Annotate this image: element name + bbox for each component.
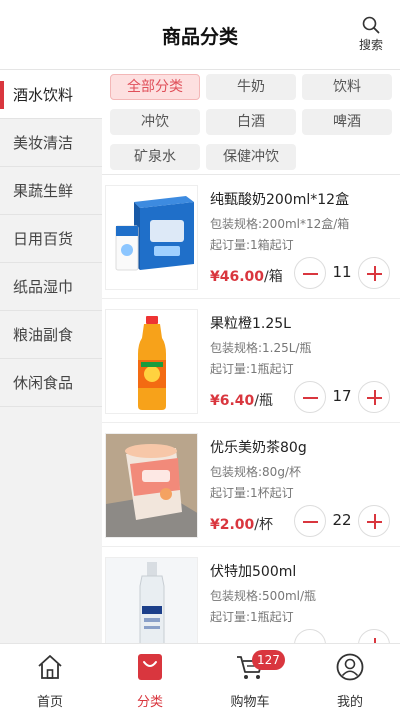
header-bar: 商品分类 搜索 [0, 0, 400, 70]
product-image-yogurt-box [105, 185, 198, 290]
product-name[interactable]: 伏特加500ml [210, 561, 296, 581]
category-sidebar: 酒水饮料 美妆清洁 果蔬生鲜 日用百货 纸品湿巾 粮油副食 休闲食品 [0, 71, 102, 643]
quantity-value[interactable]: 22 [328, 511, 356, 529]
tab-home[interactable]: 首页 [0, 644, 100, 711]
chip-beer[interactable]: 啤酒 [302, 109, 392, 135]
sidebar-item-daily[interactable]: 日用百货 [0, 215, 102, 263]
user-icon [336, 653, 364, 681]
product-min-order: 起订量:1瓶起订 [210, 610, 294, 624]
chip-beverage[interactable]: 饮料 [302, 74, 392, 100]
sidebar-item-fresh[interactable]: 果蔬生鲜 [0, 167, 102, 215]
cart-count-badge: 127 [252, 650, 285, 670]
tab-category-label: 分类 [136, 695, 163, 710]
price-value: ¥46.00 [210, 269, 265, 285]
search-icon [362, 16, 380, 34]
product-price: ¥2.00/杯 [210, 514, 273, 534]
product-image-orange-juice [105, 309, 198, 414]
chip-milk[interactable]: 牛奶 [206, 74, 296, 100]
sidebar-item-beauty[interactable]: 美妆清洁 [0, 119, 102, 167]
product-spec: 包装规格:200ml*12盒/箱 [210, 217, 350, 231]
chip-mineral-water[interactable]: 矿泉水 [110, 144, 200, 170]
quantity-value[interactable]: 11 [328, 263, 356, 281]
bottom-tab-bar: 首页 分类 127 购物车 我的 [0, 643, 400, 711]
chip-instant-drink[interactable]: 冲饮 [110, 109, 200, 135]
decrease-quantity-button[interactable] [294, 505, 326, 537]
product-spec: 包装规格:1.25L/瓶 [210, 341, 312, 355]
product-item[interactable]: 优乐美奶茶80g 包装规格:80g/杯 起订量:1杯起订 ¥2.00/杯 22 [102, 423, 400, 547]
tab-mine-label: 我的 [336, 695, 363, 710]
search-label: 搜索 [358, 38, 383, 52]
product-item[interactable]: 纯甄酸奶200ml*12盒 包装规格:200ml*12盒/箱 起订量:1箱起订 … [102, 175, 400, 299]
product-name[interactable]: 纯甄酸奶200ml*12盒 [210, 189, 349, 209]
increase-quantity-button[interactable] [358, 505, 390, 537]
chip-all[interactable]: 全部分类 [110, 74, 200, 100]
decrease-quantity-button[interactable] [294, 381, 326, 413]
product-image-vodka [105, 557, 198, 643]
sidebar-item-drinks[interactable]: 酒水饮料 [0, 71, 102, 119]
product-min-order: 起订量:1瓶起订 [210, 362, 294, 376]
increase-quantity-button[interactable] [358, 257, 390, 289]
product-spec: 包装规格:80g/杯 [210, 465, 301, 479]
tab-category[interactable]: 分类 [100, 644, 200, 711]
price-unit: /箱 [264, 269, 283, 285]
price-value: ¥2.00 [210, 517, 255, 533]
page-title: 商品分类 [161, 26, 238, 48]
product-panel: 全部分类 牛奶 饮料 冲饮 白酒 啤酒 矿泉水 保健冲饮 纯甄酸奶200ml*1… [102, 71, 400, 643]
decrease-quantity-button[interactable] [294, 629, 326, 643]
subcategory-chips: 全部分类 牛奶 饮料 冲饮 白酒 啤酒 矿泉水 保健冲饮 [102, 71, 400, 175]
product-price: ¥46.00/箱 [210, 266, 283, 286]
tab-mine[interactable]: 我的 [300, 644, 400, 711]
product-name[interactable]: 果粒橙1.25L [210, 313, 291, 333]
home-icon [38, 655, 62, 679]
product-price: ¥6.40/瓶 [210, 390, 273, 410]
product-image-milk-tea [105, 433, 198, 538]
sidebar-item-snacks[interactable]: 休闲食品 [0, 359, 102, 407]
price-unit: /瓶 [254, 393, 274, 409]
product-min-order: 起订量:1杯起订 [210, 486, 294, 500]
product-spec: 包装规格:500ml/瓶 [210, 589, 317, 603]
chip-health-drink[interactable]: 保健冲饮 [206, 144, 296, 170]
sidebar-item-paper[interactable]: 纸品湿巾 [0, 263, 102, 311]
search-button[interactable]: 搜索 [356, 16, 386, 53]
tab-cart[interactable]: 127 购物车 [200, 644, 300, 711]
increase-quantity-button[interactable] [358, 629, 390, 643]
tab-home-label: 首页 [36, 695, 63, 710]
product-item[interactable]: 果粒橙1.25L 包装规格:1.25L/瓶 起订量:1瓶起订 ¥6.40/瓶 1… [102, 299, 400, 423]
chip-baijiu[interactable]: 白酒 [206, 109, 296, 135]
increase-quantity-button[interactable] [358, 381, 390, 413]
price-value: ¥6.40 [210, 393, 255, 409]
quantity-value[interactable]: 17 [328, 387, 356, 405]
sidebar-item-grain[interactable]: 粮油副食 [0, 311, 102, 359]
price-unit: /杯 [254, 517, 274, 533]
tab-cart-label: 购物车 [230, 695, 270, 710]
decrease-quantity-button[interactable] [294, 257, 326, 289]
product-item[interactable]: 伏特加500ml 包装规格:500ml/瓶 起订量:1瓶起订 [102, 547, 400, 643]
product-name[interactable]: 优乐美奶茶80g [210, 437, 307, 457]
product-min-order: 起订量:1箱起订 [210, 238, 294, 252]
shopping-bag-icon [138, 654, 162, 680]
